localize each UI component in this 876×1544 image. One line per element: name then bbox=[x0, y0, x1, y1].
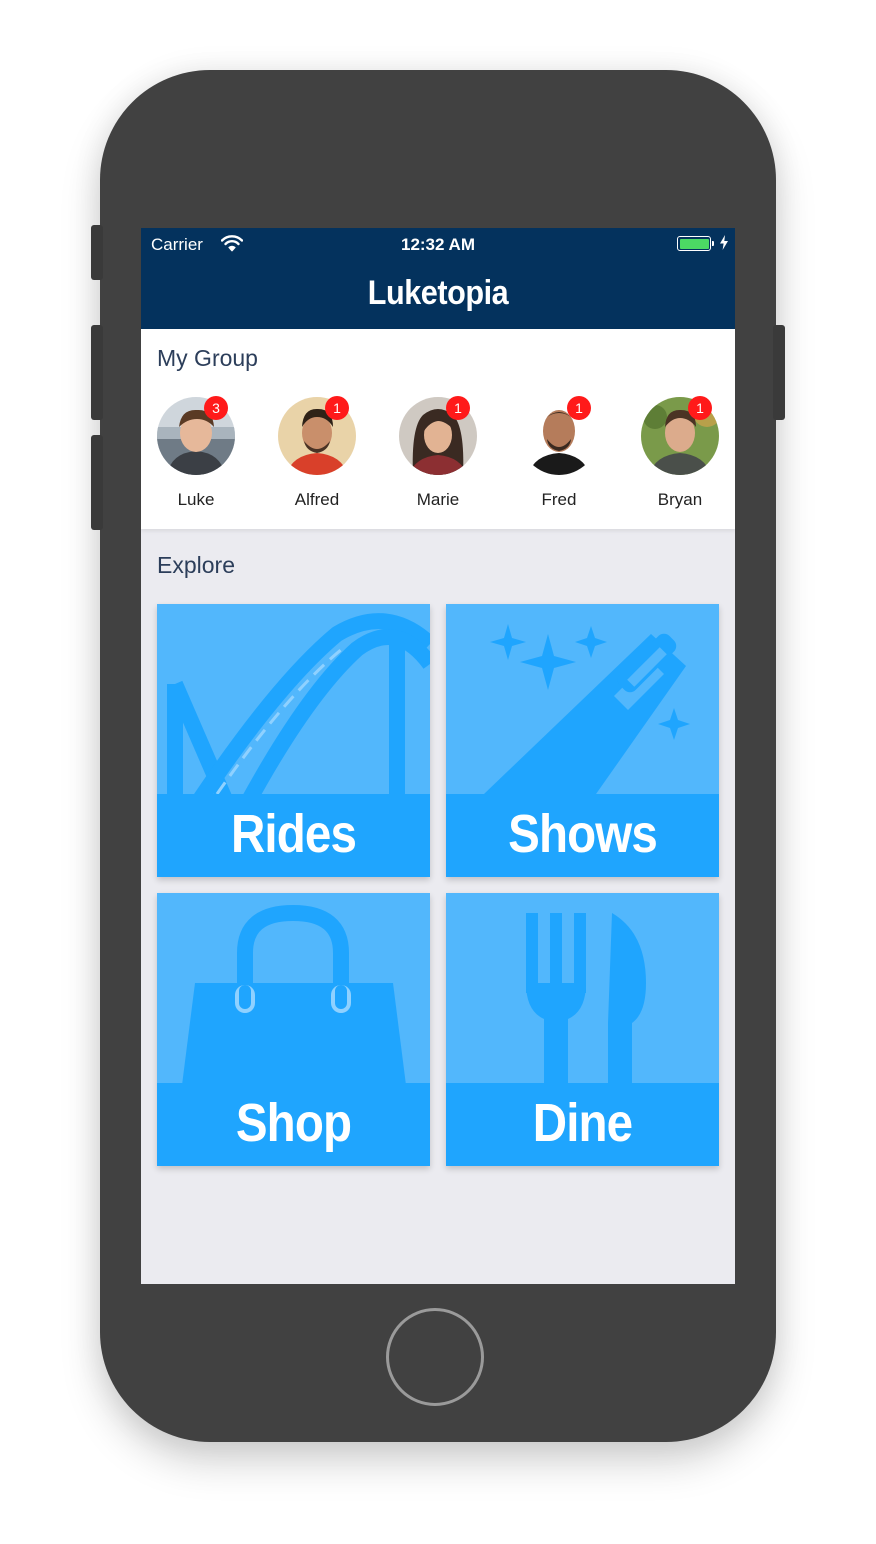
member-bryan[interactable]: 1 Bryan bbox=[630, 396, 730, 517]
tile-dine[interactable]: Dine bbox=[446, 893, 719, 1166]
notification-badge: 1 bbox=[688, 396, 712, 420]
member-name: Fred bbox=[541, 490, 577, 509]
charging-icon bbox=[720, 235, 728, 254]
power-button bbox=[773, 325, 785, 420]
explore-title: Explore bbox=[157, 552, 235, 578]
my-group-section: My Group 3 Luke 1 Alfred 1 Marie 1 Fred … bbox=[141, 329, 735, 529]
app-screen: Carrier 12:32 AM Luketopia My Group 3 Lu… bbox=[141, 228, 735, 1284]
nav-header: Carrier 12:32 AM Luketopia bbox=[141, 228, 735, 329]
member-name: Marie bbox=[416, 490, 460, 509]
member-luke[interactable]: 3 Luke bbox=[146, 396, 246, 517]
status-bar: Carrier 12:32 AM bbox=[141, 228, 735, 260]
notification-badge: 3 bbox=[204, 396, 228, 420]
member-name: Bryan bbox=[657, 490, 703, 509]
volume-up-button bbox=[91, 325, 103, 420]
tile-rides[interactable]: Rides bbox=[157, 604, 430, 877]
volume-down-button bbox=[91, 435, 103, 530]
member-fred[interactable]: 1 Fred bbox=[509, 396, 609, 517]
tile-label: Rides bbox=[230, 804, 357, 864]
tile-label: Shop bbox=[235, 1093, 352, 1153]
notification-badge: 1 bbox=[446, 396, 470, 420]
member-name: Alfred bbox=[294, 490, 340, 509]
home-button[interactable] bbox=[386, 1308, 484, 1406]
member-alfred[interactable]: 1 Alfred bbox=[267, 396, 367, 517]
battery-icon bbox=[677, 236, 714, 251]
my-group-title: My Group bbox=[157, 345, 258, 371]
tile-shop[interactable]: Shop bbox=[157, 893, 430, 1166]
tile-label: Shows bbox=[508, 804, 658, 864]
tile-shows[interactable]: Shows bbox=[446, 604, 719, 877]
ringer-switch bbox=[91, 225, 103, 280]
notification-badge: 1 bbox=[567, 396, 591, 420]
page-title: Luketopia bbox=[367, 274, 509, 312]
tile-label: Dine bbox=[532, 1093, 633, 1153]
member-marie[interactable]: 1 Marie bbox=[388, 396, 488, 517]
member-list: 3 Luke 1 Alfred 1 Marie 1 Fred 1 Bryan bbox=[141, 396, 735, 517]
notification-badge: 1 bbox=[325, 396, 349, 420]
clock-time: 12:32 AM bbox=[400, 235, 475, 254]
member-name: Luke bbox=[177, 490, 215, 509]
